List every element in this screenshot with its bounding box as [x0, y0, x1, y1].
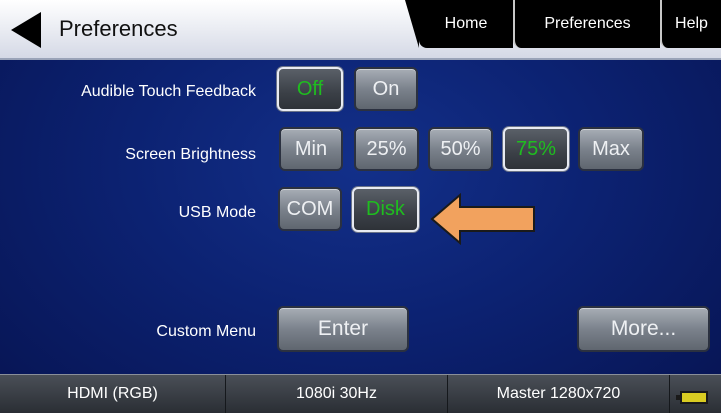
brightness-max-button[interactable]: Max — [578, 127, 644, 171]
status-video-interface[interactable]: HDMI (RGB) — [0, 375, 226, 413]
audible-off-button[interactable]: Off — [277, 67, 343, 111]
back-button[interactable] — [0, 0, 50, 58]
orange-pointer-arrow-icon — [430, 193, 535, 245]
header-bar: Preferences Home Preferences Help — [0, 0, 721, 60]
usb-com-button[interactable]: COM — [278, 187, 342, 231]
brightness-50-button[interactable]: 50% — [428, 127, 493, 171]
brightness-25-button[interactable]: 25% — [354, 127, 419, 171]
status-timing[interactable]: Master 1280x720 — [448, 375, 670, 413]
custom-menu-enter-button[interactable]: Enter — [277, 306, 409, 352]
nav-tabs: Home Preferences Help — [405, 0, 721, 48]
tab-home[interactable]: Home — [405, 0, 513, 48]
usb-disk-button[interactable]: Disk — [352, 187, 419, 232]
more-button[interactable]: More... — [577, 306, 710, 352]
custom-menu-label: Custom Menu — [156, 323, 256, 340]
screen-brightness-label: Screen Brightness — [125, 146, 256, 163]
back-arrow-icon — [11, 12, 41, 48]
brightness-75-button[interactable]: 75% — [503, 127, 569, 171]
tab-preferences[interactable]: Preferences — [513, 0, 660, 48]
audible-on-button[interactable]: On — [354, 67, 418, 111]
status-format[interactable]: 1080i 30Hz — [226, 375, 448, 413]
audible-touch-feedback-label: Audible Touch Feedback — [81, 83, 256, 100]
page-title: Preferences — [59, 16, 178, 41]
tab-help[interactable]: Help — [660, 0, 721, 48]
status-bar: HDMI (RGB) 1080i 30Hz Master 1280x720 — [0, 374, 721, 413]
brightness-min-button[interactable]: Min — [279, 127, 343, 171]
usb-mode-label: USB Mode — [178, 204, 256, 221]
battery-icon — [676, 391, 708, 404]
